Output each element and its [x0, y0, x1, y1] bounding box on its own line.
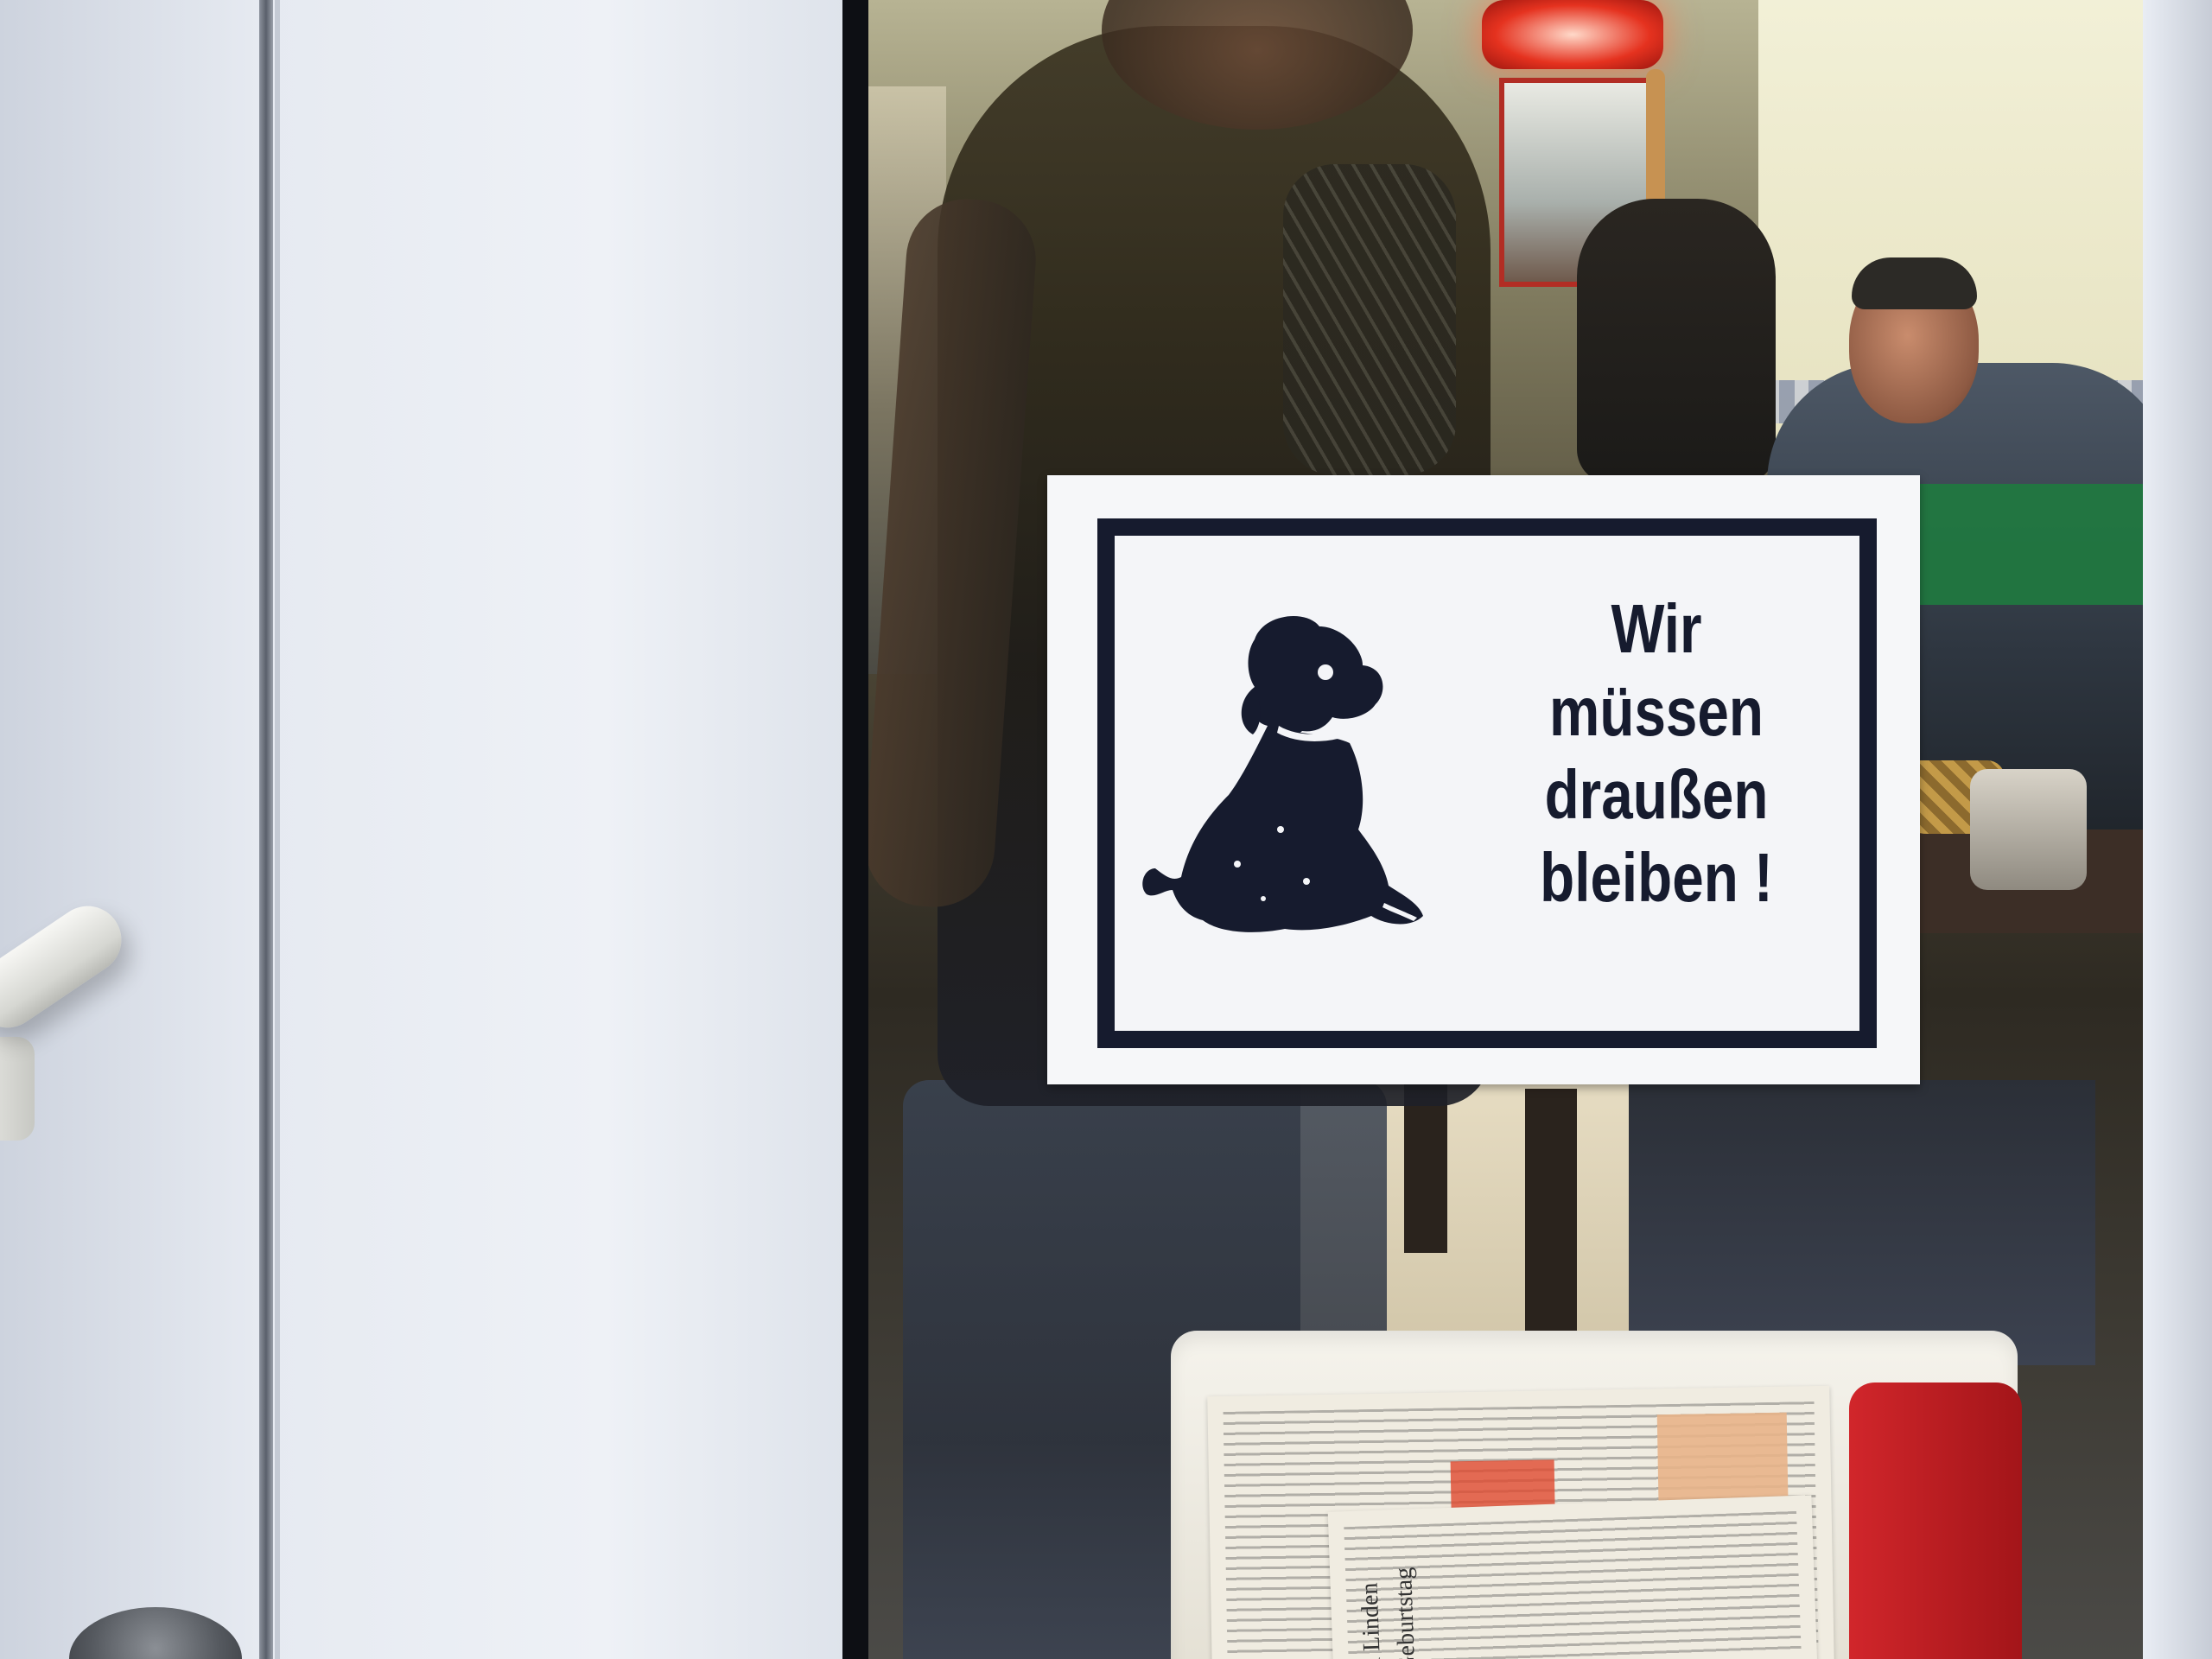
illuminated-cola-sign — [1482, 0, 1663, 69]
newspaper-ad — [1656, 1412, 1789, 1510]
table-leg — [1404, 1080, 1447, 1253]
sign-text-line: Wir — [1611, 590, 1702, 667]
photo-scene: al Linden Geburtstag Wir müssen draußen … — [0, 0, 2212, 1659]
reflected-scarf — [1283, 164, 1456, 475]
hanging-coat — [1577, 199, 1776, 484]
cruet-set — [1970, 769, 2087, 890]
newspaper-headline: Geburtstag — [1389, 1567, 1421, 1659]
sign-text: Wir müssen draußen bleiben ! — [1508, 588, 1805, 919]
sign-text-line: müssen — [1549, 673, 1764, 750]
sitting-dog-icon — [1142, 616, 1423, 932]
red-container — [1849, 1382, 2022, 1659]
door-seam-highlight — [275, 0, 280, 1659]
no-dogs-sign: Wir müssen draußen bleiben ! — [1047, 475, 1920, 1084]
sign-text-line: bleiben ! — [1540, 839, 1773, 916]
newspaper-headline: al Linden — [1356, 1582, 1387, 1659]
seated-patron-hair — [1852, 257, 1977, 309]
sign-text-line: draußen — [1544, 756, 1769, 833]
table-leg — [1525, 1089, 1577, 1348]
white-door-panel — [0, 0, 864, 1659]
floor-shadow — [1629, 1080, 2095, 1365]
door-handle-stem — [0, 1037, 35, 1141]
right-door-frame — [2143, 0, 2212, 1659]
green-reflection — [1888, 484, 2169, 605]
newspaper-lower: al Linden Geburtstag — [1327, 1495, 1818, 1659]
door-seam — [259, 0, 273, 1659]
